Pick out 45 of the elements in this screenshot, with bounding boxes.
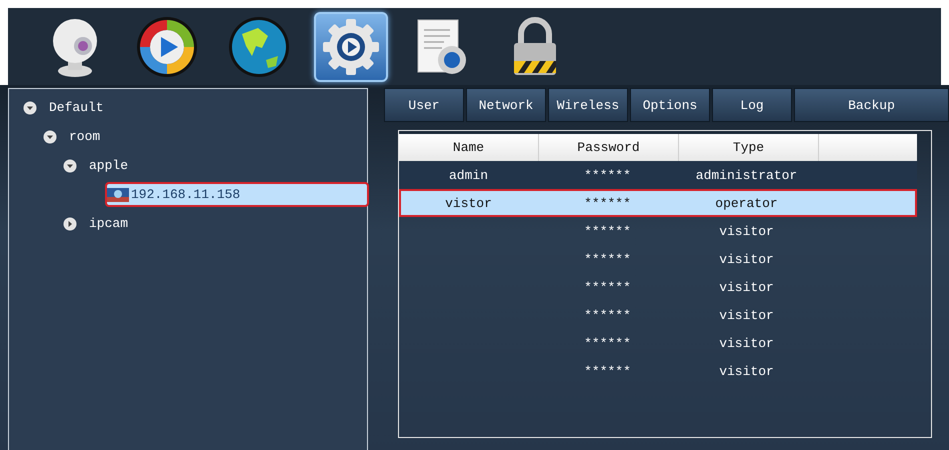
table-cell: visitor — [719, 364, 774, 378]
table-cell: visitor — [719, 336, 774, 350]
expander-icon[interactable] — [63, 158, 77, 172]
tab[interactable]: User — [384, 88, 464, 122]
expander-icon[interactable] — [63, 216, 77, 230]
table-cell: ****** — [584, 224, 631, 238]
tab[interactable]: Backup — [794, 88, 949, 122]
table-row[interactable]: ****** visitor — [399, 273, 917, 301]
globe-icon — [228, 16, 290, 78]
table-cell: ****** — [584, 336, 631, 350]
tree-item[interactable]: 192.168.11.158 — [107, 184, 367, 205]
table-cell: ****** — [584, 364, 631, 378]
table-cell: operator — [715, 196, 778, 210]
table-row[interactable]: ****** visitor — [399, 329, 917, 357]
table-row[interactable]: vistor ****** operator — [399, 189, 917, 217]
table-cell: admin — [448, 168, 488, 182]
camera-device-icon — [107, 188, 129, 202]
tree-item[interactable]: room — [69, 129, 100, 144]
expander-icon[interactable] — [23, 100, 37, 114]
table-cell: ****** — [584, 196, 631, 210]
tab[interactable]: Log — [712, 88, 792, 122]
toolbar-button[interactable] — [314, 12, 388, 82]
tree-item[interactable]: ipcam — [89, 216, 128, 231]
table-cell: visitor — [719, 224, 774, 238]
tree-item[interactable]: Default — [49, 100, 104, 115]
table-cell: administrator — [696, 168, 798, 182]
tree-item[interactable]: apple — [89, 158, 128, 173]
table-cell: visitor — [719, 308, 774, 322]
table-cell: visitor — [719, 252, 774, 266]
tab[interactable]: Wireless — [548, 88, 628, 122]
expander-icon[interactable] — [43, 130, 57, 144]
table-row[interactable]: ****** visitor — [399, 217, 917, 245]
table-cell: ****** — [584, 252, 631, 266]
table-cell: ****** — [584, 280, 631, 294]
play-icon — [136, 16, 198, 78]
table-cell: vistor — [445, 196, 492, 210]
table-row[interactable]: admin ****** administrator — [399, 161, 917, 189]
table-row[interactable]: ****** visitor — [399, 245, 917, 273]
table-cell: ****** — [584, 168, 631, 182]
tab[interactable]: Network — [466, 88, 546, 122]
tab[interactable]: Options — [630, 88, 710, 122]
table-cell: ****** — [584, 308, 631, 322]
table-row[interactable]: ****** visitor — [399, 301, 917, 329]
table-cell: visitor — [719, 280, 774, 294]
table-row[interactable]: ****** visitor — [399, 357, 917, 385]
